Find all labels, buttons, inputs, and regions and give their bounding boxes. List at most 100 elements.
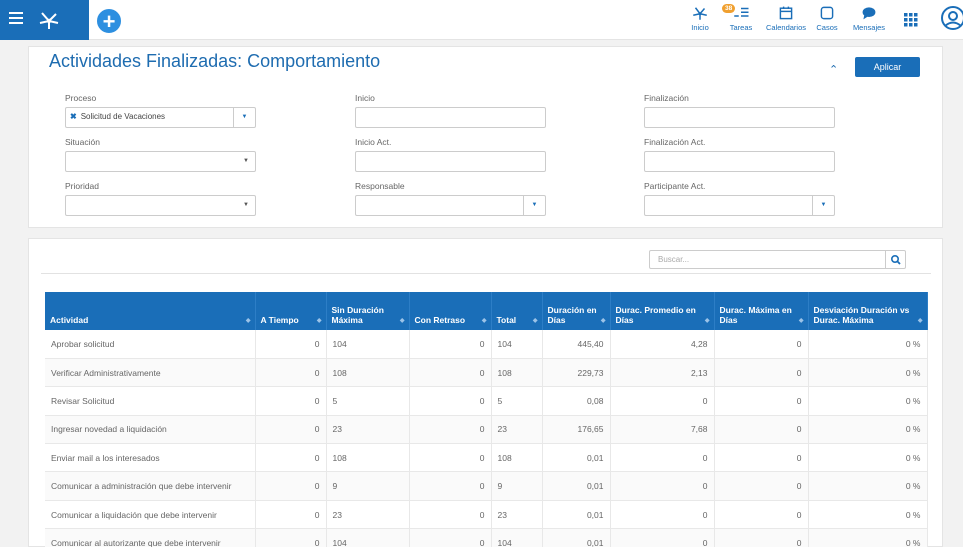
table-cell: 23: [326, 500, 410, 530]
nav-casos[interactable]: Casos: [814, 5, 840, 32]
participante-label: Participante Act.: [644, 181, 706, 191]
finalizacion-input[interactable]: [644, 107, 835, 128]
collapse-chevron-icon[interactable]: ⌃: [829, 63, 838, 76]
proceso-dropdown-icon[interactable]: ▼: [233, 108, 255, 127]
table-cell: 108: [326, 358, 410, 388]
table-cell: 0: [255, 528, 327, 547]
nav-mensajes[interactable]: Mensajes: [850, 5, 888, 32]
col-durac-maxima[interactable]: Durac. Máxima en Días ◆: [714, 292, 809, 330]
table-cell: 7,68: [610, 415, 715, 445]
sort-icon: ◆: [532, 318, 538, 324]
table-row[interactable]: Comunicar a liquidación que debe interve…: [45, 500, 928, 530]
table-cell: Comunicar al autorizante que debe interv…: [45, 528, 256, 547]
participante-select[interactable]: ▼: [644, 195, 835, 216]
sort-icon: ◆: [399, 318, 405, 324]
nav-mensajes-label: Mensajes: [852, 23, 886, 32]
nav-inicio[interactable]: Inicio: [686, 5, 714, 32]
table-cell: 0 %: [808, 528, 928, 547]
responsable-select[interactable]: ▼: [355, 195, 546, 216]
search-placeholder: Buscar...: [658, 255, 690, 264]
table-row[interactable]: Comunicar al autorizante que debe interv…: [45, 528, 928, 547]
table-cell: 0: [610, 528, 715, 547]
table-cell: 0: [714, 471, 809, 501]
table-header-row: Actividad ◆ A Tiempo ◆ Sin Duración Máxima…: [45, 292, 928, 330]
nav-tareas-label: Tareas: [729, 23, 753, 32]
table-row[interactable]: Comunicar a administración que debe inte…: [45, 471, 928, 501]
inicio-act-label: Inicio Act.: [355, 137, 392, 147]
table-cell: 0: [610, 443, 715, 473]
calendar-icon: [779, 6, 793, 20]
table-cell: 0: [714, 358, 809, 388]
top-bar: + Inicio 38 Tareas Calendarios Casos Men…: [0, 0, 963, 40]
sort-icon: ◆: [798, 318, 804, 324]
user-avatar-icon[interactable]: [939, 6, 963, 34]
proceso-label: Proceso: [65, 93, 97, 103]
chat-icon: [862, 7, 876, 20]
inicio-input[interactable]: [355, 107, 546, 128]
proceso-select[interactable]: ✖ Solicitud de Vacaciones ▼: [65, 107, 256, 128]
new-case-button[interactable]: +: [96, 8, 122, 34]
col-duracion-dias[interactable]: Duración en Días ◆: [542, 292, 611, 330]
table-row[interactable]: Enviar mail a los interesados 0 108 0 108 0,0…: [45, 443, 928, 473]
table-row[interactable]: Verificar Administrativamente 0 108 0 108 229…: [45, 358, 928, 388]
table-cell: 0: [610, 386, 715, 416]
apps-grid-icon[interactable]: [904, 13, 918, 27]
table-row[interactable]: Aprobar solicitud 0 104 0 104 445,40 4,28 0 0 %: [45, 330, 928, 359]
col-durac-promedio[interactable]: Durac. Promedio en Días ◆: [610, 292, 715, 330]
table-cell: 0: [255, 386, 327, 416]
table-cell: 445,40: [542, 330, 611, 359]
table-cell: 0 %: [808, 471, 928, 501]
search-button[interactable]: [885, 251, 905, 268]
brand-block: [0, 0, 89, 40]
sort-icon: ◆: [316, 318, 322, 324]
sort-icon: ◆: [600, 318, 606, 324]
table-cell: 0: [255, 471, 327, 501]
table-cell: 0,01: [542, 528, 611, 547]
table-cell: 0 %: [808, 443, 928, 473]
table-cell: Enviar mail a los interesados: [45, 443, 256, 473]
apply-button[interactable]: Aplicar: [855, 57, 920, 77]
table-cell: Comunicar a liquidación que debe interve…: [45, 500, 256, 530]
sort-icon: ◆: [245, 318, 251, 324]
search-input[interactable]: Buscar...: [649, 250, 906, 269]
col-actividad[interactable]: Actividad ◆: [45, 292, 256, 330]
col-desviacion[interactable]: Desviación Duración vs Durac. Máxima ◆: [808, 292, 928, 330]
table-cell: 0 %: [808, 386, 928, 416]
col-con-retraso[interactable]: Con Retraso ◆: [409, 292, 492, 330]
grid-panel: Buscar... Actividad ◆ A Tiempo ◆ Sin Durac…: [28, 238, 943, 547]
table-row[interactable]: Revisar Solicitud 0 5 0 5 0,08 0 0 0 %: [45, 386, 928, 416]
table-cell: 0: [409, 443, 492, 473]
prioridad-select[interactable]: ▼: [65, 195, 256, 216]
table-cell: 0,01: [542, 471, 611, 501]
nav-tareas[interactable]: 38 Tareas: [722, 4, 756, 32]
table-cell: 104: [326, 330, 410, 359]
nav-calendarios[interactable]: Calendarios: [764, 5, 808, 32]
table-cell: 0: [409, 471, 492, 501]
remove-chip-icon[interactable]: ✖: [70, 112, 77, 121]
table-cell: 0 %: [808, 330, 928, 359]
table-cell: 0: [714, 330, 809, 359]
table-cell: 104: [491, 528, 543, 547]
table-cell: 0: [409, 386, 492, 416]
responsable-label: Responsable: [355, 181, 405, 191]
table-cell: 0: [409, 415, 492, 445]
situacion-select[interactable]: ▼: [65, 151, 256, 172]
participante-dropdown-icon[interactable]: ▼: [812, 196, 834, 215]
table-cell: 5: [491, 386, 543, 416]
logo-icon[interactable]: [37, 8, 61, 32]
table-cell: 0: [714, 443, 809, 473]
col-total[interactable]: Total ◆: [491, 292, 543, 330]
responsable-dropdown-icon[interactable]: ▼: [523, 196, 545, 215]
table-cell: 9: [491, 471, 543, 501]
table-row[interactable]: Ingresar novedad a liquidación 0 23 0 23 176,…: [45, 415, 928, 445]
table-cell: Ingresar novedad a liquidación: [45, 415, 256, 445]
finalizacion-act-input[interactable]: [644, 151, 835, 172]
table-cell: 23: [491, 415, 543, 445]
col-a-tiempo[interactable]: A Tiempo ◆: [255, 292, 327, 330]
table-cell: 0: [610, 500, 715, 530]
col-sin-duracion[interactable]: Sin Duración Máxima ◆: [326, 292, 410, 330]
table-cell: 0 %: [808, 500, 928, 530]
inicio-act-input[interactable]: [355, 151, 546, 172]
hamburger-menu-icon[interactable]: [9, 12, 23, 24]
table-cell: 0,08: [542, 386, 611, 416]
